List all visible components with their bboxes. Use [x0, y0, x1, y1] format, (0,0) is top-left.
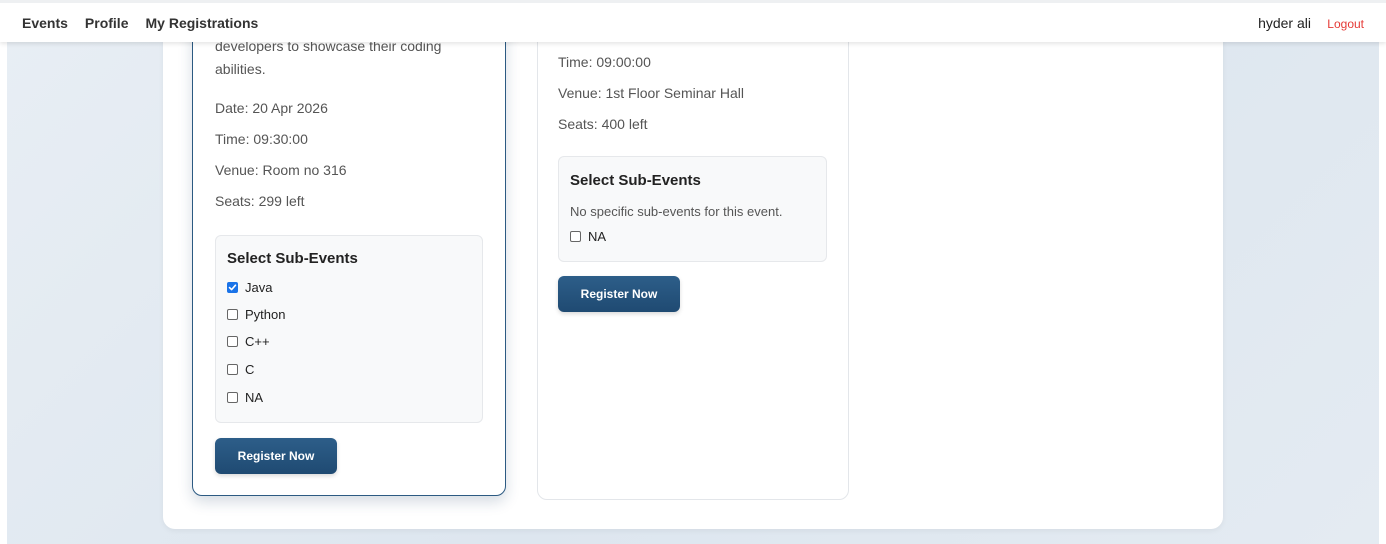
event-time: Time: 09:30:00: [215, 131, 308, 147]
option-label: C: [245, 362, 255, 377]
option-label: NA: [588, 229, 607, 244]
event-venue: Venue: Room no 316: [215, 162, 347, 178]
checkbox[interactable]: [570, 231, 581, 242]
option-label: Python: [245, 307, 286, 322]
subevent-option-cpp[interactable]: C++: [227, 334, 270, 349]
subevent-option-java[interactable]: Java: [227, 280, 272, 295]
nav-links: Events Profile My Registrations: [22, 15, 258, 31]
subevent-option-python[interactable]: Python: [227, 307, 285, 322]
checkbox-checked[interactable]: [227, 282, 238, 293]
event-venue: Venue: 1st Floor Seminar Hall: [558, 85, 744, 101]
logout-link[interactable]: Logout: [1327, 17, 1364, 31]
checkbox[interactable]: [227, 309, 238, 320]
subevent-option-na[interactable]: NA: [227, 390, 263, 405]
option-label: Java: [245, 280, 273, 295]
event-seats: Seats: 400 left: [558, 116, 648, 132]
nav-link-events[interactable]: Events: [22, 15, 68, 31]
nav-link-profile[interactable]: Profile: [85, 15, 129, 31]
option-label: C++: [245, 334, 270, 349]
event-date: Date: 20 Apr 2026: [215, 100, 328, 116]
register-now-button[interactable]: Register Now: [558, 276, 680, 312]
checkmark-icon: [228, 284, 237, 291]
subevents-title: Select Sub-Events: [227, 250, 358, 267]
top-navbar: Events Profile My Registrations hyder al…: [0, 0, 1386, 42]
checkbox[interactable]: [227, 336, 238, 347]
subevent-option-c[interactable]: C: [227, 362, 254, 377]
subevents-title: Select Sub-Events: [570, 172, 701, 189]
event-seats: Seats: 299 left: [215, 193, 305, 209]
register-now-button[interactable]: Register Now: [215, 438, 337, 474]
checkbox[interactable]: [227, 364, 238, 375]
checkbox[interactable]: [227, 392, 238, 403]
event-time: Time: 09:00:00: [558, 54, 651, 70]
subevent-option-na[interactable]: NA: [570, 229, 606, 244]
user-name: hyder ali: [1258, 15, 1311, 31]
nav-link-my-registrations[interactable]: My Registrations: [146, 15, 259, 31]
no-subevents-note: No specific sub-events for this event.: [570, 204, 783, 219]
option-label: NA: [245, 390, 264, 405]
